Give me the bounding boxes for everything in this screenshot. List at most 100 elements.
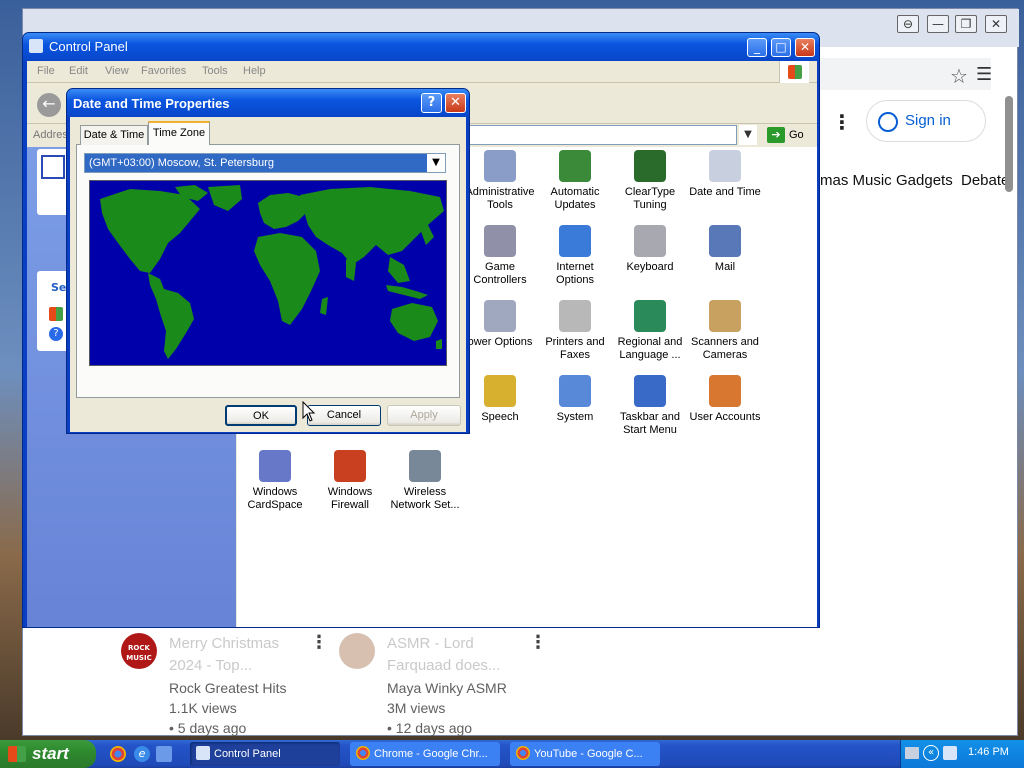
close-button[interactable]: ✕ (795, 38, 815, 57)
task-label: Control Panel (214, 748, 281, 760)
video-title[interactable]: ASMR - Lord Farquaad does... (387, 633, 517, 677)
chip-christmas-music[interactable]: mas Music (820, 168, 892, 194)
cp-item-label: System (556, 411, 594, 423)
internet-explorer-icon[interactable]: e (134, 746, 150, 762)
go-arrow-icon[interactable]: ➔ (767, 127, 785, 143)
help-button[interactable]: ? (421, 93, 442, 113)
cp-item-keyboard[interactable]: Keyboard (611, 225, 689, 274)
bookmark-star-icon[interactable]: ☆ (950, 64, 968, 88)
cp-item-scanners-and-cameras[interactable]: Scanners and Cameras (686, 300, 764, 362)
clock-icon (709, 150, 741, 182)
cp-item-printers-and-faxes[interactable]: Printers and Faxes (536, 300, 614, 362)
youtube-settings-kebab-icon[interactable]: ⋮ (832, 110, 852, 134)
cp-item-administrative-tools[interactable]: Administrative Tools (461, 150, 539, 212)
ok-button[interactable]: OK (225, 405, 297, 426)
video-menu-icon[interactable]: ⋮ (529, 632, 547, 653)
video-channel[interactable]: Rock Greatest Hits (169, 678, 286, 698)
account-circle-icon (878, 112, 898, 132)
network-tray-icon[interactable] (943, 746, 957, 760)
video-views: 1.1K views (169, 700, 237, 716)
cp-item-taskbar-and-start-menu[interactable]: Taskbar and Start Menu (611, 375, 689, 437)
channel-avatar-rock[interactable]: ROCK MUSIC (121, 633, 157, 669)
cp-item-date-and-time[interactable]: Date and Time (686, 150, 764, 199)
cp-item-mail[interactable]: Mail (686, 225, 764, 274)
chrome-close-button[interactable]: ✕ (985, 15, 1007, 33)
date-time-dialog: Date and Time Properties ? ✕ Date & Time… (66, 88, 470, 434)
timezone-select[interactable]: (GMT+03:00) Moscow, St. Petersburg (84, 153, 446, 173)
show-desktop-icon[interactable] (156, 746, 172, 762)
channel-avatar-maya[interactable] (339, 633, 375, 669)
cp-item-label: Automatic Updates (550, 186, 600, 211)
chrome-maximize-button[interactable]: ❐ (955, 15, 977, 33)
globe-icon (559, 225, 591, 257)
menu-tools[interactable]: Tools (202, 65, 228, 77)
cp-item-regional-and-language[interactable]: Regional and Language ... (611, 300, 689, 362)
cp-item-label: Regional and Language ... (617, 336, 683, 361)
cp-item-user-accounts[interactable]: User Accounts (686, 375, 764, 424)
menu-edit[interactable]: Edit (69, 65, 88, 77)
menu-bar: File Edit View Favorites Tools Help (27, 61, 817, 83)
clock[interactable]: 1:46 PM (968, 746, 1009, 758)
chevron-down-icon[interactable]: ▼ (427, 154, 445, 172)
minimize-button[interactable]: _ (747, 38, 767, 57)
close-button[interactable]: ✕ (445, 93, 466, 113)
cancel-button[interactable]: Cancel (307, 405, 381, 426)
tab-date-time[interactable]: Date & Time (80, 125, 148, 145)
cp-item-windows-cardspace[interactable]: Windows CardSpace (236, 450, 314, 512)
cp-item-label: Game Controllers (473, 261, 527, 286)
cp-item-system[interactable]: System (536, 375, 614, 424)
cp-item-internet-options[interactable]: Internet Options (536, 225, 614, 287)
menu-file[interactable]: File (37, 65, 55, 77)
users-icon (709, 375, 741, 407)
video-title[interactable]: Merry Christmas 2024 - Top... (169, 633, 299, 677)
monitor-icon (559, 375, 591, 407)
cp-item-label: Windows CardSpace (247, 486, 303, 511)
task-control-panel[interactable]: Control Panel (190, 742, 340, 766)
task-youtube[interactable]: YouTube - Google C... (510, 742, 660, 766)
control-panel-title-bar[interactable]: Control Panel _ □ ✕ (23, 33, 819, 61)
keyboard-tray-icon[interactable] (905, 747, 919, 759)
cp-item-label: Printers and Faxes (545, 336, 605, 361)
address-label: Addres (33, 129, 68, 141)
chrome-quicklaunch-icon[interactable] (110, 746, 126, 762)
expand-tray-icon[interactable]: « (923, 745, 939, 761)
go-button[interactable]: Go (789, 129, 804, 141)
cp-item-wireless-network-set[interactable]: Wireless Network Set... (386, 450, 464, 512)
chrome-menu-icon[interactable]: ☰ (976, 64, 992, 85)
dialog-body: Date & Time Time Zone (GMT+03:00) Moscow… (70, 117, 466, 432)
back-arrow-icon[interactable]: ← (37, 93, 61, 117)
cp-item-automatic-updates[interactable]: Automatic Updates (536, 150, 614, 212)
cp-item-label: Wireless Network Set... (390, 486, 460, 511)
apply-button[interactable]: Apply (387, 405, 461, 426)
chrome-scrollbar[interactable] (1005, 96, 1013, 192)
chrome-minimize-button[interactable]: — (927, 15, 949, 33)
video-channel[interactable]: Maya Winky ASMR (387, 678, 507, 698)
chip-debate[interactable]: Debate (961, 168, 1005, 194)
cp-item-ower-options[interactable]: ower Options (461, 300, 539, 349)
dialog-title: Date and Time Properties (73, 96, 230, 111)
maximize-button[interactable]: □ (771, 38, 791, 57)
tab-time-zone[interactable]: Time Zone (148, 121, 210, 145)
cp-item-label: Taskbar and Start Menu (620, 411, 680, 436)
video-menu-icon[interactable]: ⋮ (310, 632, 328, 653)
task-label: Chrome - Google Chr... (374, 748, 488, 760)
windows-update-icon[interactable] (49, 307, 63, 321)
cp-item-windows-firewall[interactable]: Windows Firewall (311, 450, 389, 512)
cp-item-cleartype-tuning[interactable]: ClearType Tuning (611, 150, 689, 212)
chip-gadgets[interactable]: Gadgets (896, 168, 953, 194)
cp-item-game-controllers[interactable]: Game Controllers (461, 225, 539, 287)
chrome-icon (516, 746, 530, 760)
menu-favorites[interactable]: Favorites (141, 65, 186, 77)
address-dropdown-icon[interactable]: ▼ (739, 125, 757, 145)
menu-view[interactable]: View (105, 65, 129, 77)
admin-tools-icon (484, 150, 516, 182)
help-icon[interactable]: ? (49, 327, 63, 341)
dialog-title-bar[interactable]: Date and Time Properties ? ✕ (67, 89, 469, 117)
cardspace-icon (259, 450, 291, 482)
menu-help[interactable]: Help (243, 65, 266, 77)
cp-item-speech[interactable]: Speech (461, 375, 539, 424)
firewall-icon (334, 450, 366, 482)
chrome-profile-icon[interactable]: ⊖ (897, 15, 919, 33)
scanner-icon (709, 300, 741, 332)
task-chrome[interactable]: Chrome - Google Chr... (350, 742, 500, 766)
